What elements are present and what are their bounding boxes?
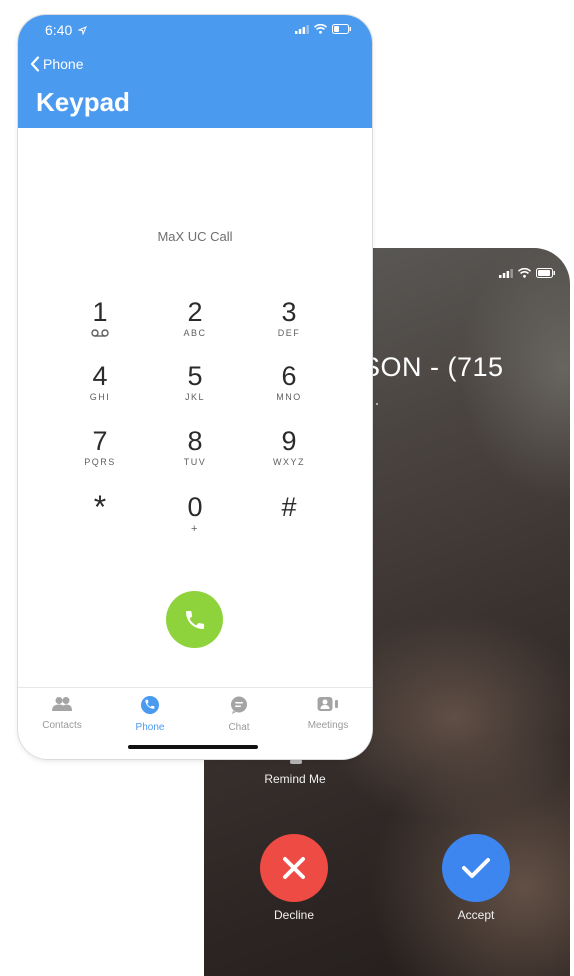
call-status-bar	[499, 268, 556, 278]
phone-icon	[141, 696, 159, 714]
chat-icon	[231, 696, 247, 714]
battery-icon	[332, 24, 351, 34]
key-digit: 3	[281, 297, 297, 327]
key-2[interactable]: 2 ABC	[165, 297, 225, 357]
status-time-text: 6:40	[45, 22, 73, 38]
keypad-screen: 6:40 Phone Keypad MaX UC Call 1 2 ABC 3 …	[18, 15, 372, 759]
key-digit: 0	[187, 492, 203, 522]
back-button[interactable]: Phone	[30, 56, 83, 72]
key-letters: JKL	[184, 392, 205, 402]
cellular-signal-icon	[295, 24, 309, 34]
key-letters: TUV	[183, 457, 207, 467]
call-service-label: MaX UC Call	[157, 229, 233, 244]
decline-label: Decline	[273, 908, 315, 922]
key-7[interactable]: 7 PQRS	[70, 426, 130, 486]
phone-icon	[185, 610, 204, 629]
key-8[interactable]: 8 TUV	[165, 426, 225, 486]
key-0[interactable]: 0 +	[165, 492, 225, 552]
cellular-signal-icon	[499, 268, 513, 278]
tab-chat[interactable]: Chat	[199, 696, 279, 733]
location-arrow-icon	[77, 26, 88, 36]
key-5[interactable]: 5 JKL	[165, 361, 225, 421]
accept-button[interactable]	[442, 834, 510, 902]
key-star[interactable]: *	[70, 489, 130, 552]
key-letters: WXYZ	[273, 457, 305, 467]
wifi-icon	[518, 268, 531, 278]
key-3[interactable]: 3 DEF	[259, 297, 319, 357]
battery-icon	[536, 268, 555, 278]
key-letters: ABC	[183, 328, 207, 338]
key-letters: GHI	[89, 392, 111, 402]
key-digit: 6	[281, 361, 297, 391]
checkmark-icon	[462, 858, 490, 878]
tab-label: Meetings	[307, 720, 349, 731]
key-digit: 5	[187, 361, 203, 391]
tab-meetings[interactable]: Meetings	[288, 696, 368, 731]
tab-contacts[interactable]: Contacts	[22, 696, 102, 731]
key-digit: *	[93, 489, 107, 525]
key-letters: +	[191, 523, 199, 535]
caller-subtitle-dot	[376, 403, 378, 405]
tab-label: Phone	[135, 722, 165, 733]
meetings-icon	[317, 697, 338, 711]
close-icon	[283, 857, 305, 879]
call-button[interactable]	[166, 591, 223, 648]
key-6[interactable]: 6 MNO	[259, 361, 319, 421]
key-digit: 2	[187, 297, 203, 327]
tab-label: Contacts	[42, 720, 82, 731]
key-hash[interactable]: #	[259, 492, 319, 552]
key-4[interactable]: 4 GHI	[70, 361, 130, 421]
key-9[interactable]: 9 WXYZ	[259, 426, 319, 486]
keypad-header: 6:40 Phone Keypad	[18, 15, 372, 128]
key-digit: 7	[92, 426, 108, 456]
tab-phone[interactable]: Phone	[110, 696, 190, 733]
decline-button[interactable]	[260, 834, 328, 902]
key-letters: PQRS	[84, 457, 116, 467]
status-bar-icons	[295, 24, 352, 34]
status-time: 6:40	[45, 22, 88, 38]
key-digit: 8	[187, 426, 203, 456]
accept-label: Accept	[457, 908, 495, 922]
page-title: Keypad	[36, 87, 130, 117]
home-indicator[interactable]	[128, 745, 258, 749]
caller-name: ISON - (715	[354, 352, 504, 382]
chevron-left-icon	[30, 56, 40, 72]
key-digit: 1	[92, 297, 108, 327]
tab-label: Chat	[228, 722, 250, 733]
key-digit: #	[281, 492, 297, 522]
voicemail-icon	[91, 329, 109, 337]
key-letters: DEF	[277, 328, 301, 338]
key-digit: 9	[281, 426, 297, 456]
remind-me-label[interactable]: Remind Me	[242, 772, 348, 786]
wifi-icon	[314, 24, 327, 34]
key-1[interactable]: 1	[70, 297, 130, 357]
contacts-icon	[52, 697, 72, 711]
back-button-label: Phone	[43, 56, 84, 72]
key-letters: MNO	[276, 392, 302, 402]
key-digit: 4	[92, 361, 108, 391]
